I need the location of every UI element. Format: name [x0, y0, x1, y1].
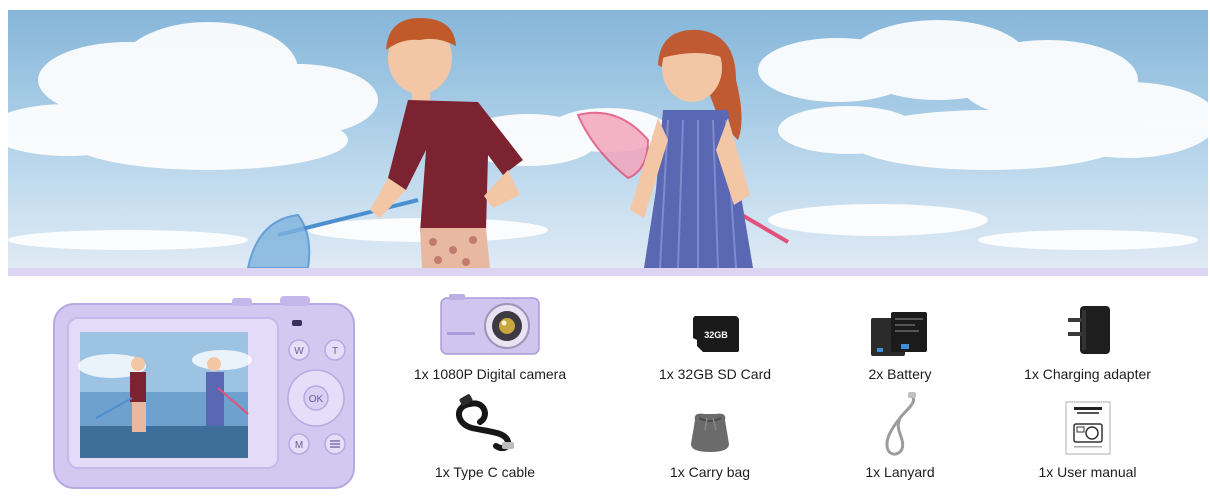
digital-camera-icon [440, 294, 540, 355]
item-battery: 2x Battery [830, 290, 970, 386]
item-label: 1x Lanyard [865, 464, 935, 480]
sd-card-icon: 32GB [692, 316, 739, 352]
item-charging-adapter: 1x Charging adapter [1005, 290, 1170, 386]
beach-scene-illustration [8, 18, 1208, 268]
item-label: 1x Type C cable [434, 464, 536, 480]
camera-back-view: W T OK M [52, 296, 358, 492]
ok-button-label: OK [309, 394, 324, 405]
accent-strip [8, 268, 1208, 276]
sd-card-capacity: 32GB [704, 330, 728, 340]
battery-icon [871, 312, 927, 356]
item-carry-bag: 1x Carry bag [640, 392, 780, 488]
item-label: 1x 32GB SD Card [658, 366, 772, 382]
lanyard-icon [885, 392, 916, 456]
item-digital-camera: 1x 1080P Digital camera [400, 290, 580, 386]
item-label: 2x Battery [868, 366, 932, 382]
type-c-cable-icon [456, 394, 514, 452]
hero-banner [8, 10, 1208, 268]
item-label: 1x User manual [1038, 464, 1137, 480]
carry-bag-icon [691, 413, 729, 452]
w-button-label: W [294, 346, 304, 357]
item-label: 1x Charging adapter [1024, 366, 1151, 382]
item-label: 1x 1080P Digital camera [413, 366, 567, 382]
charging-adapter-icon [1067, 306, 1110, 354]
item-type-c-cable: 1x Type C cable [400, 392, 570, 488]
item-sd-card: 32GB 1x 32GB SD Card [630, 290, 800, 386]
camera-back-icon: W T OK M [53, 296, 355, 489]
user-manual-icon [1064, 401, 1111, 455]
item-lanyard: 1x Lanyard [835, 392, 965, 488]
item-user-manual: 1x User manual [1005, 392, 1170, 488]
t-button-label: T [332, 346, 338, 357]
m-button-label: M [295, 440, 303, 451]
item-label: 1x Carry bag [669, 464, 751, 480]
